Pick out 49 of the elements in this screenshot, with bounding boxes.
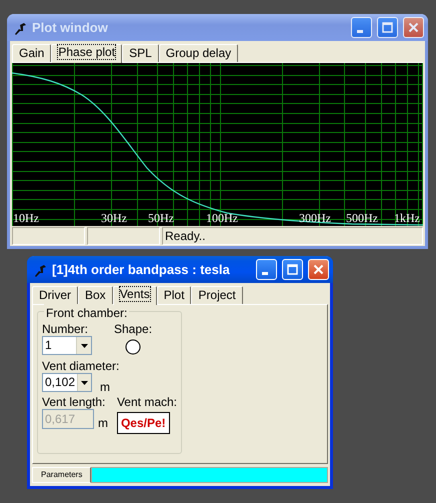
axis-label: 100Hz	[206, 211, 238, 225]
field-label: Vent diameter:	[42, 359, 120, 373]
dropdown-field[interactable]: 0,102	[42, 373, 92, 392]
minimize-icon	[357, 30, 363, 33]
close-icon	[313, 264, 324, 275]
axis-label: 30Hz	[101, 211, 127, 225]
tab[interactable]: Project	[191, 286, 243, 304]
minimize-button[interactable]	[351, 17, 372, 38]
dropdown-button[interactable]	[77, 374, 91, 391]
minimize-button[interactable]	[256, 259, 277, 280]
window-title: [1]4th order bandpass : tesla	[52, 260, 231, 279]
close-button[interactable]	[403, 17, 424, 38]
tab[interactable]: Vents	[112, 286, 157, 305]
field-label: Vent mach:	[116, 395, 177, 409]
app-icon	[13, 20, 27, 34]
maximize-button[interactable]	[377, 17, 398, 38]
axis-label: 10Hz	[13, 211, 39, 225]
field-label: Number:	[42, 322, 90, 336]
close-icon	[408, 22, 419, 33]
maximize-button[interactable]	[282, 259, 303, 280]
axis-label: 500Hz	[346, 211, 378, 225]
axis-label: 1kHz	[394, 211, 420, 225]
minimize-icon	[262, 272, 268, 275]
caret-icon	[80, 344, 88, 348]
dropdown-field[interactable]: 1	[42, 336, 92, 355]
tab[interactable]: Plot	[156, 286, 192, 304]
tab[interactable]: Box	[78, 286, 113, 304]
warning-text: Qes/Pe!	[116, 412, 170, 434]
field-label: Shape:	[114, 322, 152, 336]
unit-label: m	[100, 379, 110, 396]
tab[interactable]: Driver	[32, 286, 78, 304]
tab[interactable]: SPL	[122, 44, 159, 62]
caret-icon	[81, 380, 88, 384]
circle-icon[interactable]	[125, 338, 141, 355]
tab[interactable]: Phase plot	[51, 44, 122, 63]
window-title: Plot window	[32, 18, 109, 37]
maximize-icon	[382, 22, 393, 33]
axis-label: 300Hz	[299, 211, 331, 225]
app-icon	[33, 262, 47, 276]
bottom-tab[interactable]: Parameters	[32, 467, 92, 483]
close-button[interactable]	[308, 259, 329, 280]
axis-label: 50Hz	[148, 211, 174, 225]
tab[interactable]: Gain	[12, 44, 52, 62]
unit-label: m	[98, 415, 108, 432]
status-text: Ready..	[162, 227, 423, 245]
dropdown-button[interactable]	[76, 337, 91, 354]
field-label: Vent length:	[42, 395, 106, 409]
tab[interactable]: Group delay	[158, 44, 238, 62]
maximize-icon	[287, 264, 298, 275]
